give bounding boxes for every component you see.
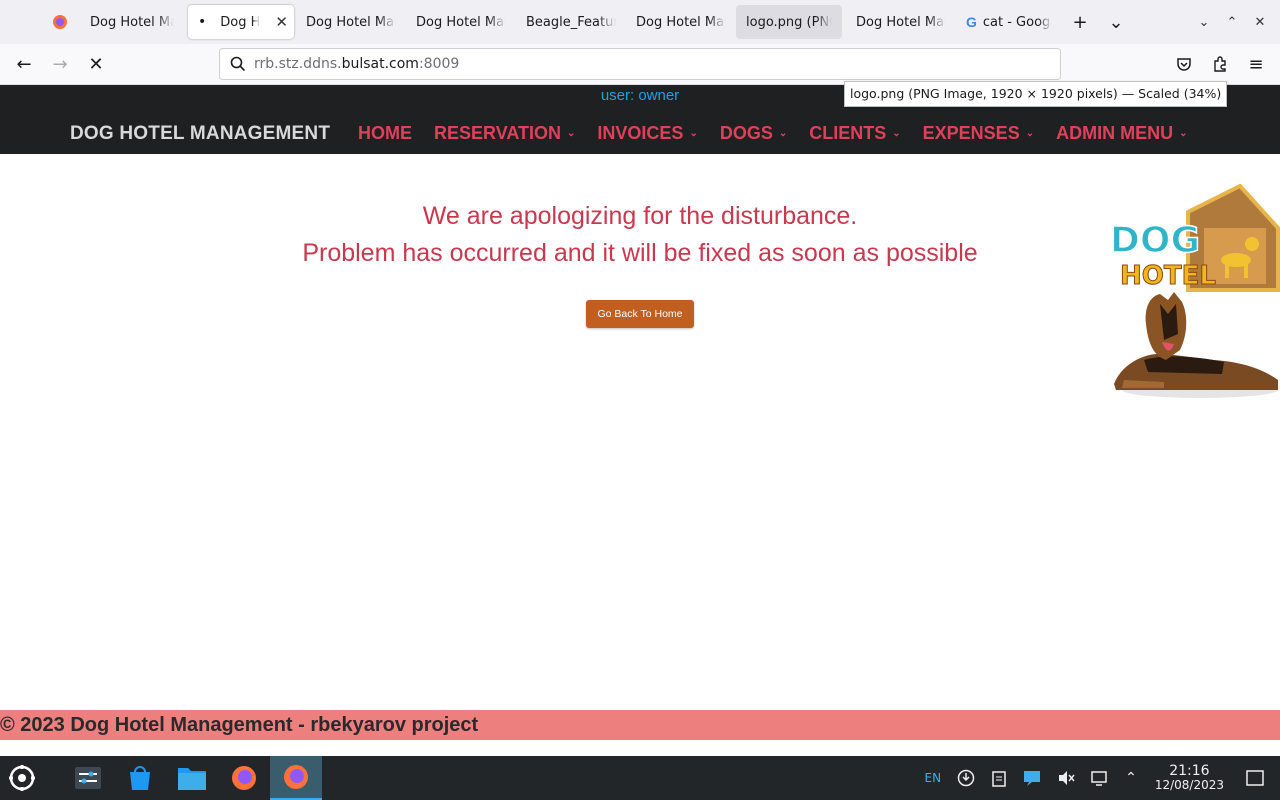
tab-label: Dog Hotel Management [416,14,506,30]
tab-dog-hotel-4[interactable]: Dog Hotel Management [406,5,516,39]
discover-store-icon[interactable] [114,756,166,800]
back-arrow-icon[interactable]: ← [6,48,42,80]
close-window-icon[interactable]: ✕ [1246,5,1274,39]
search-icon [230,56,246,72]
tab-strip: Dog Hotel Management • Dog Hotel Managem… [0,0,1280,44]
url-host: bulsat.com [341,56,419,72]
tab-dog-hotel-8[interactable]: Dog Hotel Management [846,5,956,39]
tab-label: cat - Google Search [982,14,1052,30]
tab-label: Dog Hotel Management [856,14,946,30]
menu-item-home[interactable]: HOME [358,123,412,144]
logo-text-dog: DOG [1110,220,1200,261]
chevron-down-icon: ⌄ [892,128,901,139]
tab-beagle[interactable]: Beagle_Featured [516,5,626,39]
menu-label: HOME [358,123,412,143]
new-tab-button[interactable]: + [1062,5,1098,39]
navigation-toolbar: ← → ✕ rrb.stz.ddns. bulsat.com:8009 ≡ log… [0,44,1280,107]
digital-clock[interactable]: 21:16 12/08/2023 [1155,764,1224,792]
tab-dog-hotel-3[interactable]: Dog Hotel Management [296,5,406,39]
menu-label: INVOICES [597,123,684,143]
menu-label: ADMIN MENU [1056,123,1174,143]
show-hidden-tray-icon[interactable]: ⌃ [1125,770,1137,786]
system-tray: EN ⌃ 21:16 12/08/2023 [917,756,1280,800]
show-desktop-icon[interactable] [1246,769,1264,787]
error-message-line-1: We are apologizing for the disturbance. [422,202,858,230]
logo-text-hotel: HOTEL [1120,261,1216,291]
menu-label: CLIENTS [809,123,887,143]
menu-item-expenses[interactable]: EXPENSES ⌄ [923,123,1034,144]
chevron-down-icon: ⌄ [1025,128,1035,139]
extensions-icon[interactable] [1202,48,1238,80]
close-tab-icon[interactable]: ✕ [275,13,288,31]
tab-label: Dog Hotel Management [90,14,174,30]
update-notifier-icon[interactable] [957,769,975,787]
keyboard-layout-indicator[interactable]: EN [925,771,942,785]
desktop-taskbar: EN ⌃ 21:16 12/08/2023 [0,756,1280,800]
menu-item-invoices[interactable]: INVOICES ⌄ [597,123,697,144]
hamburger-menu-icon[interactable]: ≡ [1238,48,1274,80]
go-back-home-button[interactable]: Go Back To Home [586,300,694,328]
firefox-view-button[interactable] [40,0,80,44]
main-menu: HOME RESERVATION ⌄ INVOICES ⌄ DOGS ⌄ CLIENT… [358,123,1209,144]
system-settings-icon[interactable] [62,756,114,800]
url-bar[interactable]: rrb.stz.ddns. bulsat.com:8009 [219,48,1061,80]
kde-connect-icon[interactable] [1023,769,1041,787]
maximize-window-icon[interactable]: ⌃ [1218,5,1246,39]
tab-label: Dog Hotel Management [220,14,261,30]
forward-arrow-icon[interactable]: → [42,48,78,80]
toolbar-actions: ≡ [1166,44,1280,84]
error-page-content: We are apologizing for the disturbance. … [0,154,1280,710]
stop-loading-icon[interactable]: ✕ [78,48,114,80]
chevron-down-icon: ⌄ [778,128,788,139]
clock-date: 12/08/2023 [1154,778,1224,792]
tab-label: Beagle_Featured [526,14,616,30]
menu-label: DOGS [719,123,773,143]
chevron-down-icon: ⌄ [1179,128,1188,139]
tab-label: Dog Hotel Management [636,14,726,30]
chevron-down-icon: ⌄ [689,128,698,139]
menu-item-clients[interactable]: CLIENTS ⌄ [809,123,900,144]
google-icon: G [966,14,977,30]
url-prefix: rrb.stz.ddns. [254,56,342,72]
clipboard-icon[interactable] [991,769,1007,787]
menu-item-admin[interactable]: ADMIN MENU ⌄ [1056,123,1187,144]
menu-item-dogs[interactable]: DOGS ⌄ [720,123,787,144]
tab-dog-hotel-6[interactable]: Dog Hotel Management [626,5,736,39]
dog-hotel-logo: DOG HOTEL [1109,184,1280,398]
pocket-save-icon[interactable] [1166,48,1202,80]
firefox-launcher-icon[interactable] [218,756,270,800]
url-port: :8009 [418,56,460,72]
tab-label: Dog Hotel Management [306,14,396,30]
tab-dog-hotel-1[interactable]: Dog Hotel Management [80,5,184,39]
menu-item-reservation[interactable]: RESERVATION ⌄ [434,123,575,144]
tab-google-cat[interactable]: G cat - Google Search [956,5,1062,39]
application-launcher-icon[interactable] [0,756,44,800]
error-message-line-2: Problem has occurred and it will be fixe… [302,239,978,267]
brand-title[interactable]: DOG HOTEL MANAGEMENT [70,123,330,145]
tab-attention-dot: • [198,14,207,30]
page-footer: © 2023 Dog Hotel Management - rbekyarov … [0,710,1280,740]
tab-label: logo.png (PNG Image, 1920 × 1920 pixels) [746,14,832,30]
tab-dog-hotel-active[interactable]: • Dog Hotel Management ✕ [188,5,294,39]
network-icon[interactable] [1091,769,1109,787]
chevron-down-icon: ⌄ [567,128,576,139]
german-shepherd-image [1114,292,1278,398]
menu-label: RESERVATION [434,123,562,143]
file-manager-icon[interactable] [166,756,218,800]
list-all-tabs-icon[interactable]: ⌄ [1098,5,1134,39]
tab-tooltip: logo.png (PNG Image, 1920 × 1920 pixels)… [844,81,1228,107]
firefox-running-task-icon[interactable] [270,756,322,800]
minimize-window-icon[interactable]: ⌄ [1190,5,1218,39]
tab-logo-png[interactable]: logo.png (PNG Image, 1920 × 1920 pixels) [736,5,842,39]
clock-time: 21:16 [1169,763,1210,779]
volume-muted-icon[interactable] [1057,769,1075,787]
firefox-icon [53,15,67,29]
menu-label: EXPENSES [922,123,1020,143]
